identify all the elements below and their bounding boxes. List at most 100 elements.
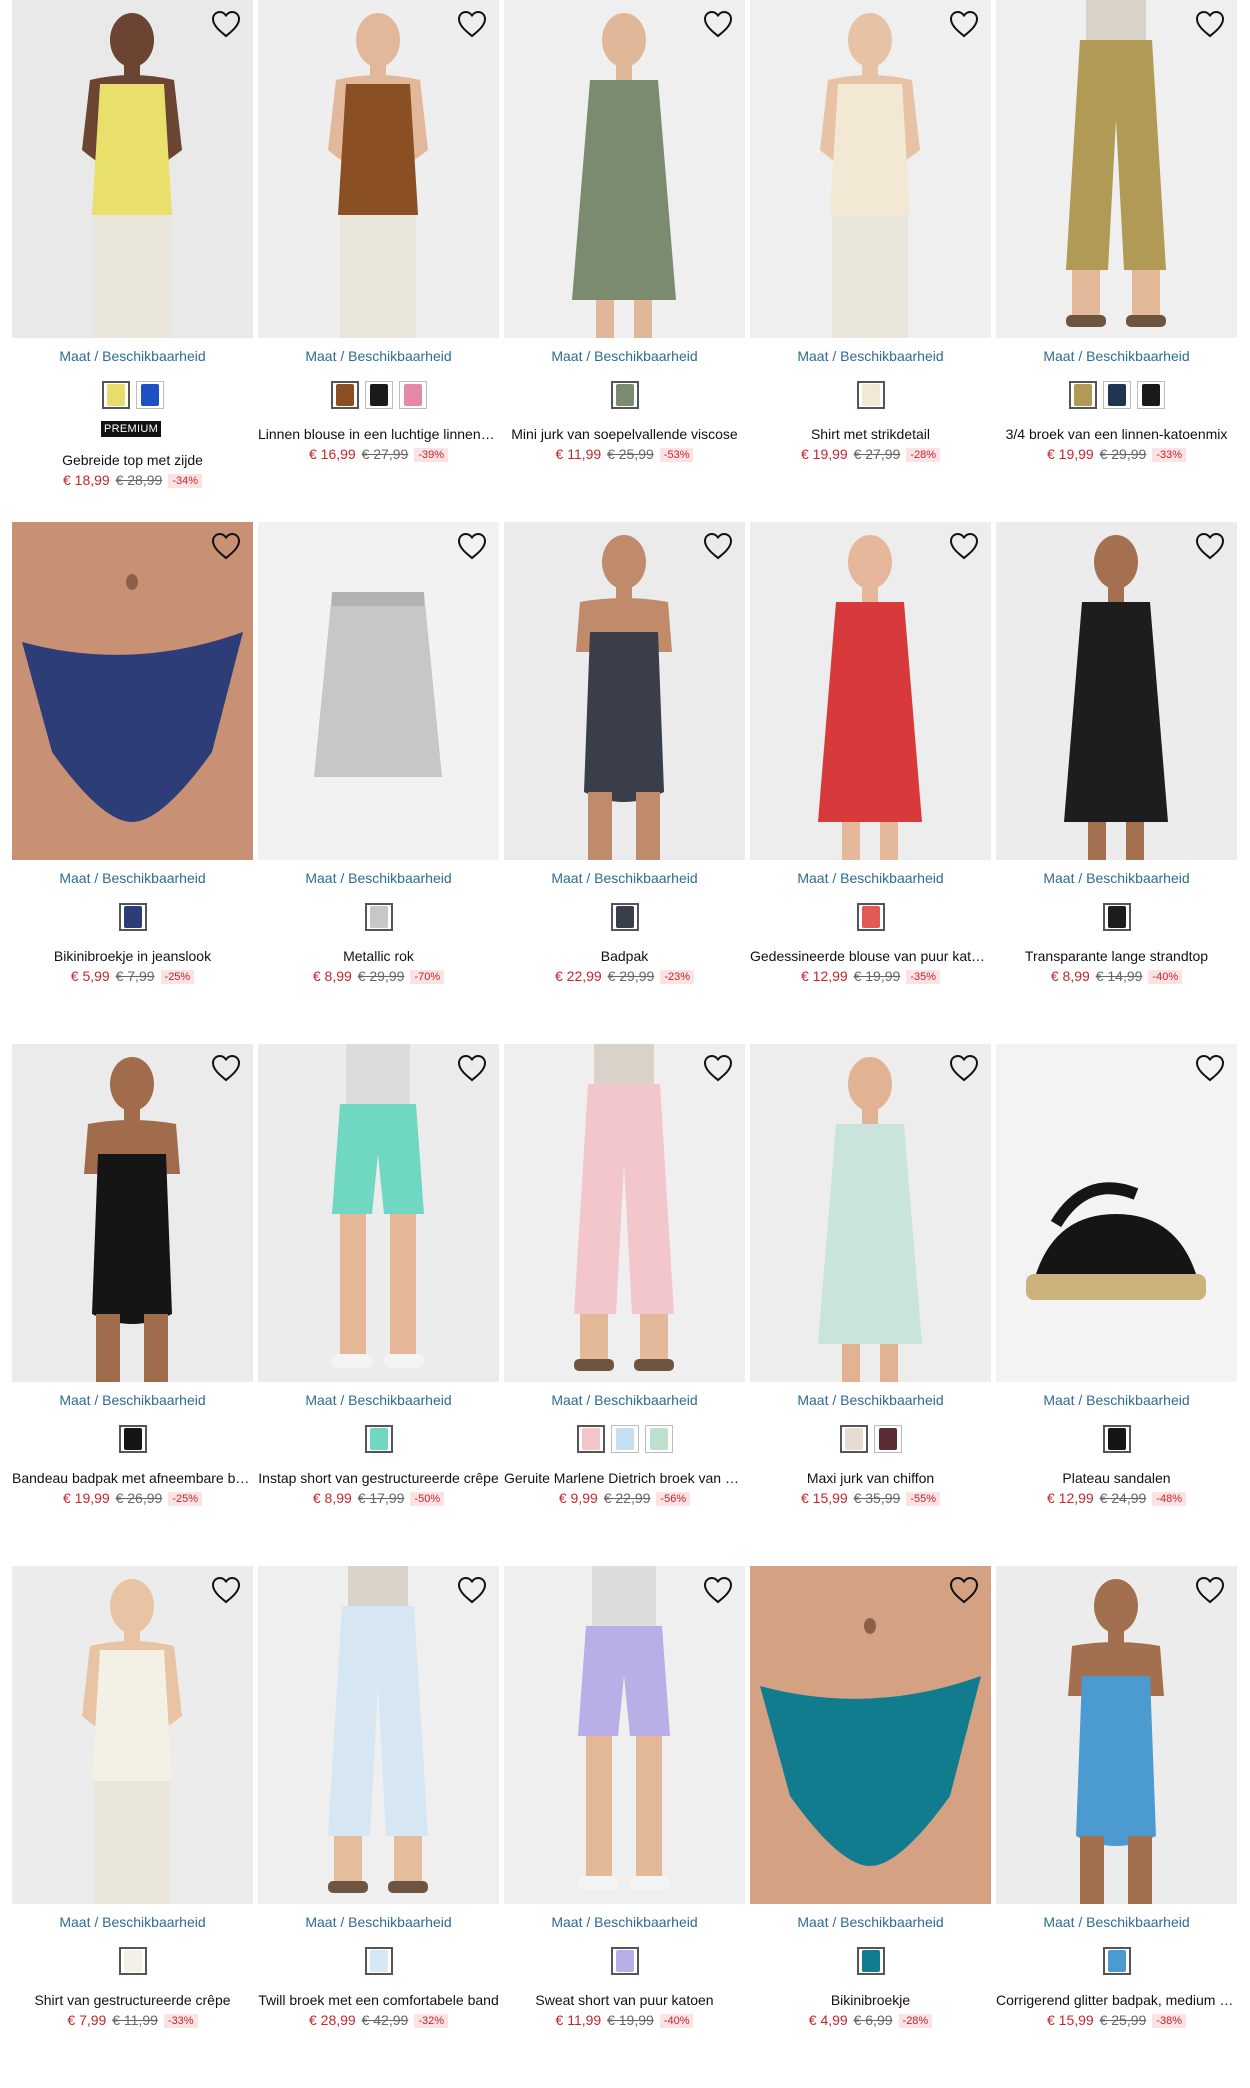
- wishlist-heart-icon[interactable]: [703, 10, 733, 38]
- wishlist-heart-icon[interactable]: [949, 532, 979, 560]
- product-image[interactable]: [258, 0, 499, 338]
- color-swatch[interactable]: [839, 1425, 868, 1453]
- color-swatch[interactable]: [856, 903, 885, 931]
- color-swatch[interactable]: [118, 903, 147, 931]
- product-card[interactable]: Maat / Beschikbaarheid Corrigerend glitte…: [996, 1566, 1237, 2088]
- color-swatch[interactable]: [610, 1947, 639, 1975]
- color-swatch[interactable]: [364, 381, 393, 409]
- size-availability-link[interactable]: Maat / Beschikbaarheid: [996, 870, 1237, 886]
- product-card[interactable]: Maat / Beschikbaarheid Shirt met strikdet…: [750, 0, 991, 522]
- product-name[interactable]: Corrigerend glitter badpak, medium shapi…: [996, 1992, 1237, 2008]
- product-image[interactable]: [504, 0, 745, 338]
- product-name[interactable]: Bikinibroekje in jeanslook: [12, 948, 253, 964]
- size-availability-link[interactable]: Maat / Beschikbaarheid: [258, 870, 499, 886]
- product-name[interactable]: Badpak: [504, 948, 745, 964]
- product-card[interactable]: Maat / Beschikbaarheid Plateau sandalen € …: [996, 1044, 1237, 1566]
- wishlist-heart-icon[interactable]: [703, 532, 733, 560]
- product-card[interactable]: Maat / Beschikbaarheid Bikinibroekje in j…: [12, 522, 253, 1044]
- wishlist-heart-icon[interactable]: [1195, 1576, 1225, 1604]
- product-card[interactable]: Maat / Beschikbaarheid Geruite Marlene Di…: [504, 1044, 745, 1566]
- wishlist-heart-icon[interactable]: [1195, 10, 1225, 38]
- product-name[interactable]: Linnen blouse in een luchtige linnen-kat…: [258, 426, 499, 442]
- size-availability-link[interactable]: Maat / Beschikbaarheid: [996, 1914, 1237, 1930]
- wishlist-heart-icon[interactable]: [211, 10, 241, 38]
- product-card[interactable]: Maat / Beschikbaarheid PREMIUM Gebreide to…: [12, 0, 253, 522]
- size-availability-link[interactable]: Maat / Beschikbaarheid: [504, 1914, 745, 1930]
- color-swatch[interactable]: [364, 1947, 393, 1975]
- color-swatch[interactable]: [364, 903, 393, 931]
- product-name[interactable]: Metallic rok: [258, 948, 499, 964]
- product-name[interactable]: Bikinibroekje: [750, 1992, 991, 2008]
- product-card[interactable]: Maat / Beschikbaarheid Instap short van g…: [258, 1044, 499, 1566]
- size-availability-link[interactable]: Maat / Beschikbaarheid: [258, 1914, 499, 1930]
- product-image[interactable]: [750, 0, 991, 338]
- color-swatch[interactable]: [1068, 381, 1097, 409]
- size-availability-link[interactable]: Maat / Beschikbaarheid: [258, 348, 499, 364]
- color-swatch[interactable]: [873, 1425, 902, 1453]
- wishlist-heart-icon[interactable]: [457, 1576, 487, 1604]
- wishlist-heart-icon[interactable]: [457, 10, 487, 38]
- color-swatch[interactable]: [364, 1425, 393, 1453]
- product-name[interactable]: Mini jurk van soepelvallende viscose: [504, 426, 745, 442]
- product-name[interactable]: Sweat short van puur katoen: [504, 1992, 745, 2008]
- product-name[interactable]: Instap short van gestructureerde crêpe: [258, 1470, 499, 1486]
- product-image[interactable]: [996, 1044, 1237, 1382]
- wishlist-heart-icon[interactable]: [949, 1054, 979, 1082]
- product-name[interactable]: Gebreide top met zijde: [12, 452, 253, 468]
- size-availability-link[interactable]: Maat / Beschikbaarheid: [12, 870, 253, 886]
- color-swatch[interactable]: [1102, 381, 1131, 409]
- product-image[interactable]: [12, 0, 253, 338]
- product-name[interactable]: Transparante lange strandtop: [996, 948, 1237, 964]
- wishlist-heart-icon[interactable]: [211, 1576, 241, 1604]
- size-availability-link[interactable]: Maat / Beschikbaarheid: [12, 348, 253, 364]
- product-card[interactable]: Maat / Beschikbaarheid Sweat short van pu…: [504, 1566, 745, 2088]
- size-availability-link[interactable]: Maat / Beschikbaarheid: [996, 348, 1237, 364]
- color-swatch[interactable]: [398, 381, 427, 409]
- color-swatch[interactable]: [330, 381, 359, 409]
- product-card[interactable]: Maat / Beschikbaarheid Bikinibroekje € 4,9…: [750, 1566, 991, 2088]
- wishlist-heart-icon[interactable]: [211, 1054, 241, 1082]
- color-swatch[interactable]: [576, 1425, 605, 1453]
- wishlist-heart-icon[interactable]: [1195, 532, 1225, 560]
- wishlist-heart-icon[interactable]: [457, 1054, 487, 1082]
- product-name[interactable]: Plateau sandalen: [996, 1470, 1237, 1486]
- size-availability-link[interactable]: Maat / Beschikbaarheid: [504, 870, 745, 886]
- product-image[interactable]: [750, 522, 991, 860]
- size-availability-link[interactable]: Maat / Beschikbaarheid: [750, 1392, 991, 1408]
- size-availability-link[interactable]: Maat / Beschikbaarheid: [12, 1392, 253, 1408]
- wishlist-heart-icon[interactable]: [949, 10, 979, 38]
- product-name[interactable]: Maxi jurk van chiffon: [750, 1470, 991, 1486]
- product-image[interactable]: [504, 1044, 745, 1382]
- color-swatch[interactable]: [644, 1425, 673, 1453]
- product-image[interactable]: [996, 522, 1237, 860]
- product-name[interactable]: Shirt van gestructureerde crêpe: [12, 1992, 253, 2008]
- product-image[interactable]: [750, 1566, 991, 1904]
- size-availability-link[interactable]: Maat / Beschikbaarheid: [750, 348, 991, 364]
- product-name[interactable]: Gedessineerde blouse van puur katoen: [750, 948, 991, 964]
- product-name[interactable]: Shirt met strikdetail: [750, 426, 991, 442]
- size-availability-link[interactable]: Maat / Beschikbaarheid: [750, 1914, 991, 1930]
- color-swatch[interactable]: [118, 1947, 147, 1975]
- color-swatch[interactable]: [135, 381, 164, 409]
- wishlist-heart-icon[interactable]: [949, 1576, 979, 1604]
- product-name[interactable]: Geruite Marlene Dietrich broek van visco…: [504, 1470, 745, 1486]
- color-swatch[interactable]: [610, 903, 639, 931]
- product-card[interactable]: Maat / Beschikbaarheid 3/4 broek van een …: [996, 0, 1237, 522]
- product-card[interactable]: Maat / Beschikbaarheid Linnen blouse in e…: [258, 0, 499, 522]
- size-availability-link[interactable]: Maat / Beschikbaarheid: [996, 1392, 1237, 1408]
- size-availability-link[interactable]: Maat / Beschikbaarheid: [504, 348, 745, 364]
- product-card[interactable]: Maat / Beschikbaarheid Metallic rok € 8,99…: [258, 522, 499, 1044]
- color-swatch[interactable]: [118, 1425, 147, 1453]
- product-card[interactable]: Maat / Beschikbaarheid Badpak € 22,99 € 29…: [504, 522, 745, 1044]
- color-swatch[interactable]: [856, 1947, 885, 1975]
- product-card[interactable]: Maat / Beschikbaarheid Transparante lange…: [996, 522, 1237, 1044]
- color-swatch[interactable]: [101, 381, 130, 409]
- color-swatch[interactable]: [1136, 381, 1165, 409]
- wishlist-heart-icon[interactable]: [703, 1054, 733, 1082]
- product-card[interactable]: Maat / Beschikbaarheid Shirt van gestruct…: [12, 1566, 253, 2088]
- product-card[interactable]: Maat / Beschikbaarheid Gedessineerde blou…: [750, 522, 991, 1044]
- product-name[interactable]: 3/4 broek van een linnen-katoenmix: [996, 426, 1237, 442]
- wishlist-heart-icon[interactable]: [1195, 1054, 1225, 1082]
- color-swatch[interactable]: [610, 1425, 639, 1453]
- product-image[interactable]: [996, 0, 1237, 338]
